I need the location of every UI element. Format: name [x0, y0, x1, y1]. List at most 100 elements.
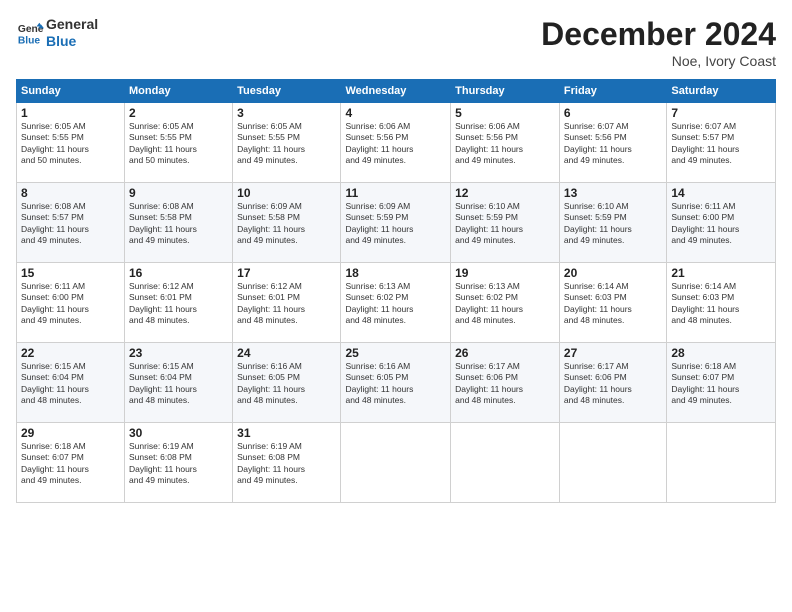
day-info: Sunrise: 6:05 AM Sunset: 5:55 PM Dayligh… [237, 121, 336, 167]
day-number: 30 [129, 426, 228, 440]
day-info: Sunrise: 6:12 AM Sunset: 6:01 PM Dayligh… [129, 281, 228, 327]
day-number: 8 [21, 186, 120, 200]
day-info: Sunrise: 6:17 AM Sunset: 6:06 PM Dayligh… [564, 361, 662, 407]
day-info: Sunrise: 6:05 AM Sunset: 5:55 PM Dayligh… [21, 121, 120, 167]
day-info: Sunrise: 6:05 AM Sunset: 5:55 PM Dayligh… [129, 121, 228, 167]
day-of-week-saturday: Saturday [667, 80, 776, 103]
day-info: Sunrise: 6:18 AM Sunset: 6:07 PM Dayligh… [671, 361, 771, 407]
day-info: Sunrise: 6:19 AM Sunset: 6:08 PM Dayligh… [237, 441, 336, 487]
calendar-cell: 27Sunrise: 6:17 AM Sunset: 6:06 PM Dayli… [559, 343, 666, 423]
day-info: Sunrise: 6:06 AM Sunset: 5:56 PM Dayligh… [345, 121, 446, 167]
day-info: Sunrise: 6:18 AM Sunset: 6:07 PM Dayligh… [21, 441, 120, 487]
calendar-cell: 23Sunrise: 6:15 AM Sunset: 6:04 PM Dayli… [125, 343, 233, 423]
day-info: Sunrise: 6:19 AM Sunset: 6:08 PM Dayligh… [129, 441, 228, 487]
day-number: 6 [564, 106, 662, 120]
day-number: 18 [345, 266, 446, 280]
day-number: 23 [129, 346, 228, 360]
day-number: 13 [564, 186, 662, 200]
calendar-cell: 29Sunrise: 6:18 AM Sunset: 6:07 PM Dayli… [17, 423, 125, 503]
calendar-cell: 3Sunrise: 6:05 AM Sunset: 5:55 PM Daylig… [233, 103, 341, 183]
day-number: 3 [237, 106, 336, 120]
month-title: December 2024 [541, 16, 776, 53]
day-info: Sunrise: 6:07 AM Sunset: 5:57 PM Dayligh… [671, 121, 771, 167]
calendar-cell: 12Sunrise: 6:10 AM Sunset: 5:59 PM Dayli… [451, 183, 560, 263]
day-number: 5 [455, 106, 555, 120]
day-number: 7 [671, 106, 771, 120]
calendar-cell: 4Sunrise: 6:06 AM Sunset: 5:56 PM Daylig… [341, 103, 451, 183]
calendar-cell: 26Sunrise: 6:17 AM Sunset: 6:06 PM Dayli… [451, 343, 560, 423]
day-number: 17 [237, 266, 336, 280]
calendar-cell [341, 423, 451, 503]
calendar-cell: 1Sunrise: 6:05 AM Sunset: 5:55 PM Daylig… [17, 103, 125, 183]
day-number: 24 [237, 346, 336, 360]
day-info: Sunrise: 6:07 AM Sunset: 5:56 PM Dayligh… [564, 121, 662, 167]
calendar-cell: 10Sunrise: 6:09 AM Sunset: 5:58 PM Dayli… [233, 183, 341, 263]
calendar-cell [451, 423, 560, 503]
calendar-cell: 9Sunrise: 6:08 AM Sunset: 5:58 PM Daylig… [125, 183, 233, 263]
day-info: Sunrise: 6:16 AM Sunset: 6:05 PM Dayligh… [237, 361, 336, 407]
day-number: 31 [237, 426, 336, 440]
calendar-cell: 31Sunrise: 6:19 AM Sunset: 6:08 PM Dayli… [233, 423, 341, 503]
day-number: 2 [129, 106, 228, 120]
day-number: 27 [564, 346, 662, 360]
day-number: 4 [345, 106, 446, 120]
page: General Blue General Blue December 2024 … [0, 0, 792, 612]
day-of-week-friday: Friday [559, 80, 666, 103]
calendar-cell [559, 423, 666, 503]
calendar-header-row: SundayMondayTuesdayWednesdayThursdayFrid… [17, 80, 776, 103]
day-info: Sunrise: 6:14 AM Sunset: 6:03 PM Dayligh… [671, 281, 771, 327]
calendar-cell: 5Sunrise: 6:06 AM Sunset: 5:56 PM Daylig… [451, 103, 560, 183]
day-number: 20 [564, 266, 662, 280]
calendar-cell: 22Sunrise: 6:15 AM Sunset: 6:04 PM Dayli… [17, 343, 125, 423]
calendar-cell: 11Sunrise: 6:09 AM Sunset: 5:59 PM Dayli… [341, 183, 451, 263]
calendar-cell: 25Sunrise: 6:16 AM Sunset: 6:05 PM Dayli… [341, 343, 451, 423]
day-number: 29 [21, 426, 120, 440]
calendar-week-row: 1Sunrise: 6:05 AM Sunset: 5:55 PM Daylig… [17, 103, 776, 183]
day-info: Sunrise: 6:09 AM Sunset: 5:59 PM Dayligh… [345, 201, 446, 247]
calendar-table: SundayMondayTuesdayWednesdayThursdayFrid… [16, 79, 776, 503]
svg-text:Blue: Blue [18, 35, 41, 46]
day-info: Sunrise: 6:06 AM Sunset: 5:56 PM Dayligh… [455, 121, 555, 167]
calendar-week-row: 22Sunrise: 6:15 AM Sunset: 6:04 PM Dayli… [17, 343, 776, 423]
calendar-cell [667, 423, 776, 503]
day-info: Sunrise: 6:14 AM Sunset: 6:03 PM Dayligh… [564, 281, 662, 327]
header: General Blue General Blue December 2024 … [16, 16, 776, 69]
day-info: Sunrise: 6:17 AM Sunset: 6:06 PM Dayligh… [455, 361, 555, 407]
day-number: 14 [671, 186, 771, 200]
day-info: Sunrise: 6:08 AM Sunset: 5:57 PM Dayligh… [21, 201, 120, 247]
logo-line2: Blue [46, 33, 98, 50]
calendar-cell: 20Sunrise: 6:14 AM Sunset: 6:03 PM Dayli… [559, 263, 666, 343]
calendar-cell: 21Sunrise: 6:14 AM Sunset: 6:03 PM Dayli… [667, 263, 776, 343]
day-info: Sunrise: 6:12 AM Sunset: 6:01 PM Dayligh… [237, 281, 336, 327]
day-info: Sunrise: 6:09 AM Sunset: 5:58 PM Dayligh… [237, 201, 336, 247]
day-number: 9 [129, 186, 228, 200]
calendar-cell: 24Sunrise: 6:16 AM Sunset: 6:05 PM Dayli… [233, 343, 341, 423]
day-info: Sunrise: 6:13 AM Sunset: 6:02 PM Dayligh… [345, 281, 446, 327]
day-info: Sunrise: 6:10 AM Sunset: 5:59 PM Dayligh… [564, 201, 662, 247]
calendar-cell: 14Sunrise: 6:11 AM Sunset: 6:00 PM Dayli… [667, 183, 776, 263]
day-of-week-thursday: Thursday [451, 80, 560, 103]
day-number: 1 [21, 106, 120, 120]
calendar-week-row: 29Sunrise: 6:18 AM Sunset: 6:07 PM Dayli… [17, 423, 776, 503]
day-number: 28 [671, 346, 771, 360]
calendar-cell: 16Sunrise: 6:12 AM Sunset: 6:01 PM Dayli… [125, 263, 233, 343]
day-of-week-sunday: Sunday [17, 80, 125, 103]
calendar-cell: 19Sunrise: 6:13 AM Sunset: 6:02 PM Dayli… [451, 263, 560, 343]
day-number: 25 [345, 346, 446, 360]
calendar-cell: 2Sunrise: 6:05 AM Sunset: 5:55 PM Daylig… [125, 103, 233, 183]
day-number: 16 [129, 266, 228, 280]
day-info: Sunrise: 6:11 AM Sunset: 6:00 PM Dayligh… [21, 281, 120, 327]
day-number: 21 [671, 266, 771, 280]
calendar-cell: 13Sunrise: 6:10 AM Sunset: 5:59 PM Dayli… [559, 183, 666, 263]
day-number: 10 [237, 186, 336, 200]
day-info: Sunrise: 6:10 AM Sunset: 5:59 PM Dayligh… [455, 201, 555, 247]
location: Noe, Ivory Coast [541, 53, 776, 69]
day-info: Sunrise: 6:15 AM Sunset: 6:04 PM Dayligh… [129, 361, 228, 407]
calendar-week-row: 15Sunrise: 6:11 AM Sunset: 6:00 PM Dayli… [17, 263, 776, 343]
logo-line1: General [46, 16, 98, 33]
calendar-cell: 15Sunrise: 6:11 AM Sunset: 6:00 PM Dayli… [17, 263, 125, 343]
calendar-cell: 28Sunrise: 6:18 AM Sunset: 6:07 PM Dayli… [667, 343, 776, 423]
calendar-cell: 17Sunrise: 6:12 AM Sunset: 6:01 PM Dayli… [233, 263, 341, 343]
day-number: 26 [455, 346, 555, 360]
calendar-cell: 18Sunrise: 6:13 AM Sunset: 6:02 PM Dayli… [341, 263, 451, 343]
